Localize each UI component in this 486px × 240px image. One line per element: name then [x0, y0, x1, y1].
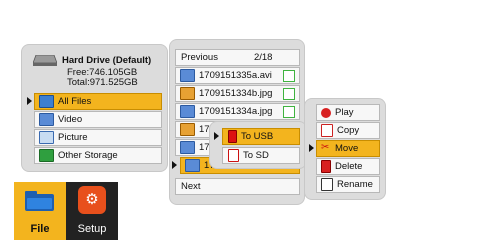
file-checkbox[interactable] — [283, 87, 295, 100]
to-sd-option[interactable]: To SD — [222, 147, 300, 164]
file-row[interactable]: 1709151334a.jpg — [175, 103, 300, 120]
file-tab-label: File — [30, 223, 50, 235]
category-label: Other Storage — [58, 150, 118, 161]
action-label: Play — [335, 107, 354, 118]
drive-total: Total:971.525GB — [67, 77, 138, 88]
to-usb-option[interactable]: To USB — [222, 128, 300, 145]
delete-icon — [321, 160, 331, 173]
category-video[interactable]: Video — [34, 111, 162, 128]
category-all-files[interactable]: All Files — [34, 93, 162, 110]
usb-icon — [228, 130, 237, 143]
video-file-icon — [180, 105, 195, 118]
video-file-icon — [185, 159, 200, 172]
file-tab[interactable]: File — [14, 182, 66, 240]
next-page-button[interactable]: Next — [175, 178, 300, 195]
file-name: 17 — [199, 124, 210, 135]
folder-icon — [25, 189, 54, 211]
drive-name: Hard Drive (Default) — [62, 55, 152, 66]
play-action[interactable]: Play — [316, 104, 380, 121]
copy-icon — [321, 124, 333, 137]
selection-arrow — [172, 161, 177, 169]
setup-tab[interactable]: ⚙ Setup — [66, 182, 118, 240]
category-other-storage[interactable]: Other Storage — [34, 147, 162, 164]
option-label: To SD — [243, 150, 269, 161]
picture-file-icon — [180, 87, 195, 100]
rename-action[interactable]: Rename — [316, 176, 380, 193]
category-label: All Files — [58, 96, 92, 107]
picture-icon — [39, 131, 54, 144]
copy-action[interactable]: Copy — [316, 122, 380, 139]
action-label: Rename — [337, 179, 373, 190]
option-label: To USB — [241, 131, 274, 142]
previous-page-button[interactable]: Previous 2/18 — [175, 49, 300, 66]
file-name: 1709151334a.jpg — [199, 106, 273, 117]
file-name: 17 — [199, 142, 210, 153]
move-icon: ✂ — [321, 142, 330, 153]
previous-label: Previous — [181, 52, 218, 63]
file-row[interactable]: 1709151335a.avi — [175, 67, 300, 84]
folder-files-icon — [39, 95, 54, 108]
delete-action[interactable]: Delete — [316, 158, 380, 175]
rename-icon — [321, 178, 333, 191]
move-action[interactable]: ✂ Move — [316, 140, 380, 157]
category-label: Picture — [58, 132, 88, 143]
gear-icon: ⚙ — [78, 186, 106, 214]
next-label: Next — [181, 181, 201, 192]
video-file-icon — [180, 141, 195, 154]
page-indicator: 2/18 — [253, 52, 273, 63]
file-checkbox[interactable] — [283, 69, 295, 82]
action-label: Move — [335, 143, 359, 154]
video-icon — [39, 113, 54, 126]
selection-arrow — [309, 144, 314, 152]
file-row[interactable]: 1709151334b.jpg — [175, 85, 300, 102]
action-label: Delete — [335, 161, 363, 172]
setup-tab-label: Setup — [77, 223, 107, 235]
file-checkbox[interactable] — [283, 105, 295, 118]
file-name: 1709151334b.jpg — [199, 88, 273, 99]
category-picture[interactable]: Picture — [34, 129, 162, 146]
file-name: 1709151335a.avi — [199, 70, 272, 81]
selection-arrow — [27, 97, 32, 105]
category-label: Video — [58, 114, 83, 125]
selection-arrow — [214, 132, 219, 140]
action-label: Copy — [337, 125, 360, 136]
storage-icon — [39, 149, 54, 162]
play-icon — [321, 107, 331, 118]
video-file-icon — [180, 69, 195, 82]
picture-file-icon — [180, 123, 195, 136]
sd-card-icon — [228, 149, 239, 162]
hard-drive-icon — [32, 54, 58, 66]
